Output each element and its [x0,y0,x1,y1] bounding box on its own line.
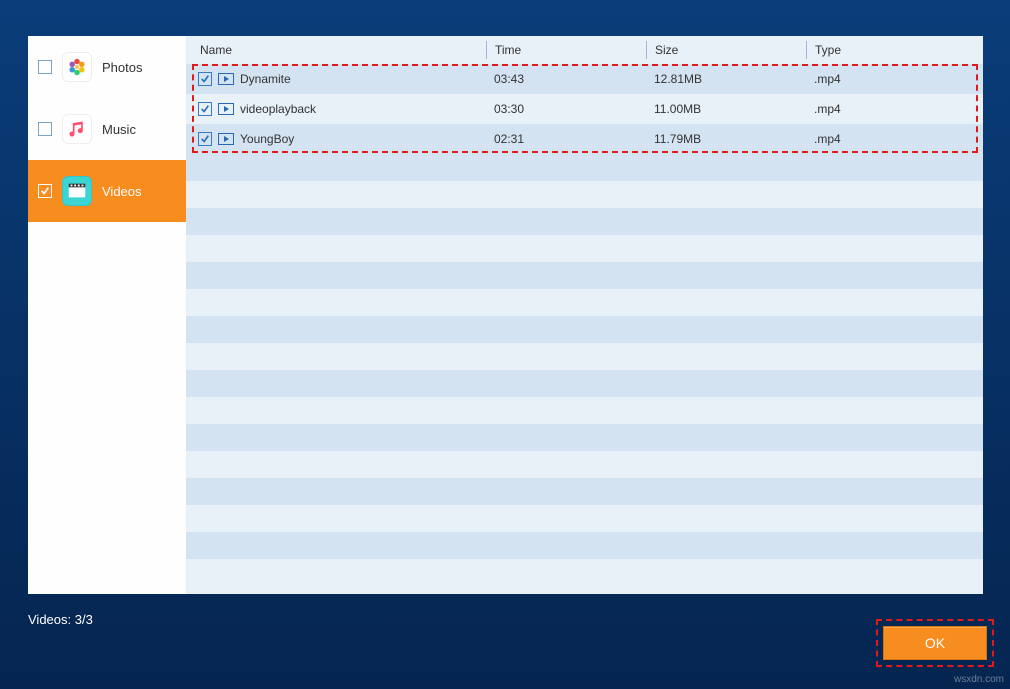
status-text: Videos: 3/3 [28,612,93,627]
column-time[interactable]: Time [486,41,646,59]
table-header: Name Time Size Type [186,36,983,64]
checkbox-icon[interactable] [198,102,212,116]
table-row[interactable]: YoungBoy 02:31 11.79MB .mp4 [186,124,983,154]
file-time: 03:43 [486,72,646,86]
column-size[interactable]: Size [646,41,806,59]
column-name[interactable]: Name [186,41,486,59]
checkbox-icon[interactable] [198,132,212,146]
video-file-icon [218,133,234,145]
table-row[interactable]: Dynamite 03:43 12.81MB .mp4 [186,64,983,94]
sidebar-item-label: Videos [102,184,142,199]
file-size: 12.81MB [646,72,806,86]
music-icon [62,114,92,144]
video-file-icon [218,73,234,85]
sidebar-item-music[interactable]: Music [28,98,186,160]
sidebar-item-videos[interactable]: Videos [28,160,186,222]
ok-button[interactable]: OK [883,626,987,660]
checkbox-icon[interactable] [38,184,52,198]
sidebar-item-label: Music [102,122,136,137]
sidebar: Photos Music [28,36,186,594]
watermark: wsxdn.com [954,674,1004,685]
videos-icon [62,176,92,206]
table-row[interactable]: videoplayback 03:30 11.00MB .mp4 [186,94,983,124]
sidebar-item-photos[interactable]: Photos [28,36,186,98]
photos-icon [62,52,92,82]
empty-area [186,154,983,586]
file-time: 03:30 [486,102,646,116]
file-list: Name Time Size Type Dynamite 03:43 12.81… [186,36,983,594]
video-file-icon [218,103,234,115]
checkbox-icon[interactable] [198,72,212,86]
file-type: .mp4 [806,102,983,116]
checkbox-icon[interactable] [38,60,52,74]
main-panel: Photos Music [28,36,983,594]
checkbox-icon[interactable] [38,122,52,136]
file-size: 11.79MB [646,132,806,146]
file-type: .mp4 [806,72,983,86]
file-type: .mp4 [806,132,983,146]
sidebar-item-label: Photos [102,60,142,75]
annotation-highlight: OK [876,619,994,667]
file-name: Dynamite [240,72,291,86]
table-rows: Dynamite 03:43 12.81MB .mp4 videoplaybac… [186,64,983,154]
column-type[interactable]: Type [806,41,983,59]
file-name: YoungBoy [240,132,294,146]
file-time: 02:31 [486,132,646,146]
file-name: videoplayback [240,102,316,116]
file-size: 11.00MB [646,102,806,116]
